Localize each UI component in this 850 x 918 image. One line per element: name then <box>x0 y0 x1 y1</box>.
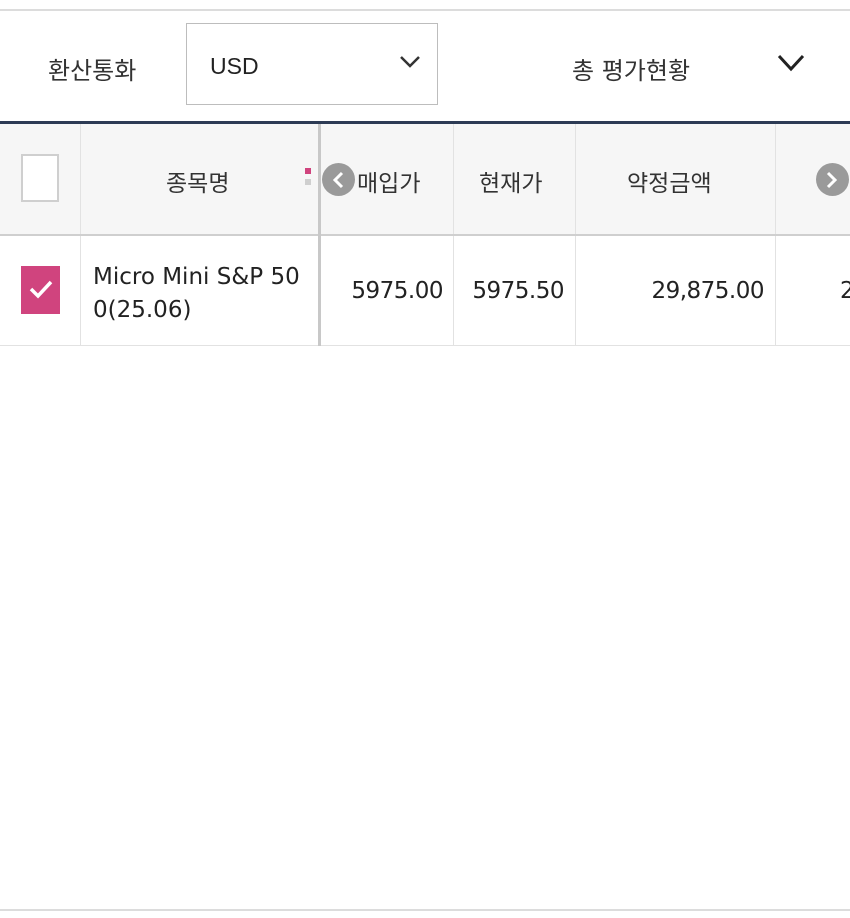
table-header-row: 종목명 매입가 현재가 약정금액 <box>0 124 850 236</box>
currency-value: USD <box>210 53 259 79</box>
column-header-name: 종목명 <box>81 124 318 234</box>
column-header-contract-amount-label: 약정금액 <box>627 171 712 197</box>
current-price-value: 5975.50 <box>472 278 564 304</box>
contract-amount-value: 29,875.00 <box>651 278 764 304</box>
column-header-contract-amount: 약정금액 <box>576 124 776 234</box>
scroll-right-button[interactable] <box>816 163 849 196</box>
bottom-divider <box>0 909 850 911</box>
checkmark-icon <box>29 280 53 299</box>
row-name-cell: Micro Mini S&P 500(25.06) <box>81 236 318 345</box>
row-checkbox[interactable] <box>21 266 60 314</box>
select-all-checkbox[interactable] <box>21 154 59 202</box>
total-summary-label: 총 평가현황 <box>572 57 691 85</box>
currency-select[interactable]: USD <box>186 23 438 105</box>
buy-price-value: 5975.00 <box>351 278 443 304</box>
column-header-current-price: 현재가 <box>454 124 576 234</box>
currency-label: 환산통화 <box>48 57 137 85</box>
select-all-cell <box>0 124 81 234</box>
instrument-name: Micro Mini S&P 500(25.06) <box>93 264 300 323</box>
row-buy-price-cell: 5975.00 <box>321 236 454 345</box>
column-header-current-price-label: 현재가 <box>479 171 543 197</box>
total-summary-toggle[interactable]: 총 평가현황 <box>560 31 820 101</box>
chevron-down-icon <box>776 53 806 77</box>
column-resize-handle[interactable] <box>305 168 311 190</box>
row-current-price-cell: 5975.50 <box>454 236 576 345</box>
chevron-down-icon <box>399 54 421 73</box>
table-row[interactable]: Micro Mini S&P 500(25.06) 5975.00 5975.5… <box>0 236 850 346</box>
column-header-buy-price-label: 매입가 <box>357 171 421 197</box>
filter-bar: 환산통화 USD 총 평가현황 <box>0 11 850 121</box>
row-select-cell <box>0 236 81 345</box>
row-next-cell: 2 <box>776 236 850 345</box>
scroll-left-button[interactable] <box>322 163 355 196</box>
next-column-partial-value: 2 <box>840 278 850 304</box>
frozen-column-divider <box>318 124 321 346</box>
row-contract-amount-cell: 29,875.00 <box>576 236 776 345</box>
column-header-name-label: 종목명 <box>166 171 230 197</box>
